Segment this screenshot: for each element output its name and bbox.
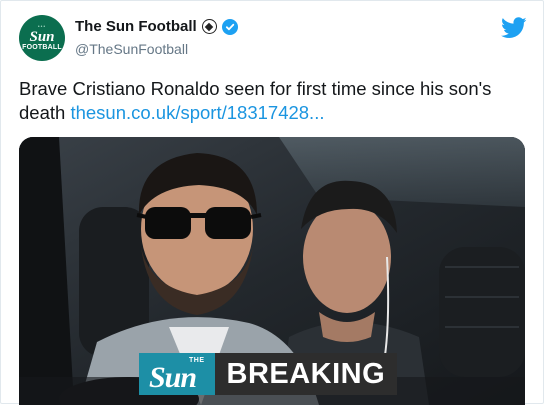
- sun-logo: THE Sun: [139, 353, 215, 395]
- account-name-row: The Sun Football: [75, 18, 238, 35]
- tweet-media[interactable]: THE Sun BREAKING: [19, 137, 525, 405]
- soccer-ball-icon: [201, 19, 217, 34]
- avatar-logo-sub: FOOTBALL: [22, 44, 62, 51]
- breaking-label: BREAKING: [214, 353, 398, 395]
- account-name[interactable]: The Sun Football: [75, 18, 197, 35]
- tweet-card: ••• Sun FOOTBALL The Sun Football @TheSu…: [0, 0, 544, 405]
- account-handle[interactable]: @TheSunFootball: [75, 41, 188, 57]
- tweet-text: Brave Cristiano Ronaldo seen for first t…: [19, 77, 524, 125]
- sun-logo-word: Sun: [149, 360, 197, 394]
- avatar-logo-word: Sun: [29, 29, 55, 45]
- breaking-banner: THE Sun BREAKING: [139, 353, 398, 395]
- account-avatar[interactable]: ••• Sun FOOTBALL: [19, 15, 65, 61]
- tweet-link[interactable]: thesun.co.uk/sport/18317428...: [70, 102, 324, 123]
- verified-badge-icon: [221, 18, 238, 35]
- twitter-bird-icon[interactable]: [501, 17, 527, 39]
